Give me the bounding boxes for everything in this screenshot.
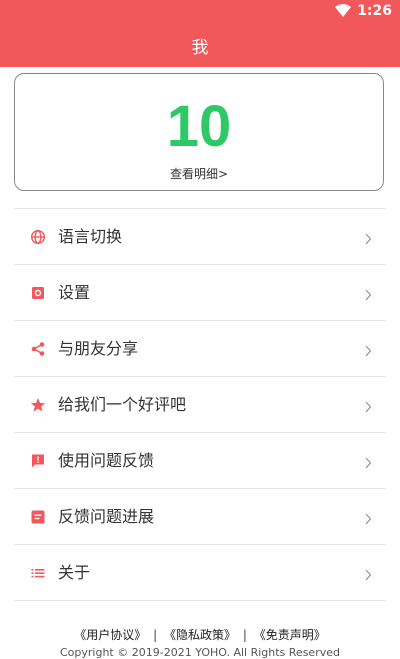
summary-card: 10 查看明细> xyxy=(14,73,384,191)
menu-item-label: 使用问题反馈 xyxy=(58,451,155,470)
settings-menu: 语言切换 设置 与朋友分享 给我们一个好评吧 使用问题反馈 反馈问题进展 关于 xyxy=(14,208,386,601)
disclaimer-link[interactable]: 《免责声明》 xyxy=(254,628,326,642)
menu-item-feedback-progress[interactable]: 反馈问题进展 xyxy=(14,489,386,545)
feedback-icon xyxy=(30,453,46,469)
wifi-icon xyxy=(335,4,352,18)
footer-links: 《用户协议》 | 《隐私政策》 | 《免责声明》 xyxy=(0,626,400,643)
menu-item-label: 给我们一个好评吧 xyxy=(58,395,187,414)
settings-icon xyxy=(30,285,46,301)
menu-item-label: 设置 xyxy=(58,283,91,302)
list-icon xyxy=(30,565,46,581)
chevron-right-icon xyxy=(364,398,372,413)
menu-item-language[interactable]: 语言切换 xyxy=(14,209,386,265)
chevron-right-icon xyxy=(364,342,372,357)
menu-item-label: 关于 xyxy=(58,563,91,582)
chevron-right-icon xyxy=(364,566,372,581)
menu-item-rate-us[interactable]: 给我们一个好评吧 xyxy=(14,377,386,433)
menu-item-label: 反馈问题进展 xyxy=(58,507,155,526)
status-time: 1:26 xyxy=(357,3,392,19)
menu-item-about[interactable]: 关于 xyxy=(14,545,386,601)
menu-item-label: 与朋友分享 xyxy=(58,339,139,358)
user-agreement-link[interactable]: 《用户协议》 xyxy=(74,628,146,642)
menu-item-share[interactable]: 与朋友分享 xyxy=(14,321,386,377)
privacy-policy-link[interactable]: 《隐私政策》 xyxy=(164,628,236,642)
app-header: 1:26 我 xyxy=(0,0,400,67)
status-bar: 1:26 xyxy=(335,1,392,21)
page-title: 我 xyxy=(191,38,209,58)
copyright-text: Copyright © 2019-2021 YOHO. All Rights R… xyxy=(60,646,340,659)
chevron-right-icon xyxy=(364,230,372,245)
chevron-right-icon xyxy=(364,510,372,525)
globe-icon xyxy=(30,229,46,245)
menu-item-label: 语言切换 xyxy=(58,227,123,246)
footer-separator: | xyxy=(242,628,247,642)
share-icon xyxy=(30,341,46,357)
menu-item-feedback[interactable]: 使用问题反馈 xyxy=(14,433,386,489)
view-details-link[interactable]: 查看明细> xyxy=(15,165,383,182)
document-icon xyxy=(30,509,46,525)
summary-value: 10 xyxy=(166,94,232,159)
chevron-right-icon xyxy=(364,454,372,469)
star-icon xyxy=(30,397,46,413)
chevron-right-icon xyxy=(364,286,372,301)
menu-item-settings[interactable]: 设置 xyxy=(14,265,386,321)
footer-separator: | xyxy=(153,628,158,642)
